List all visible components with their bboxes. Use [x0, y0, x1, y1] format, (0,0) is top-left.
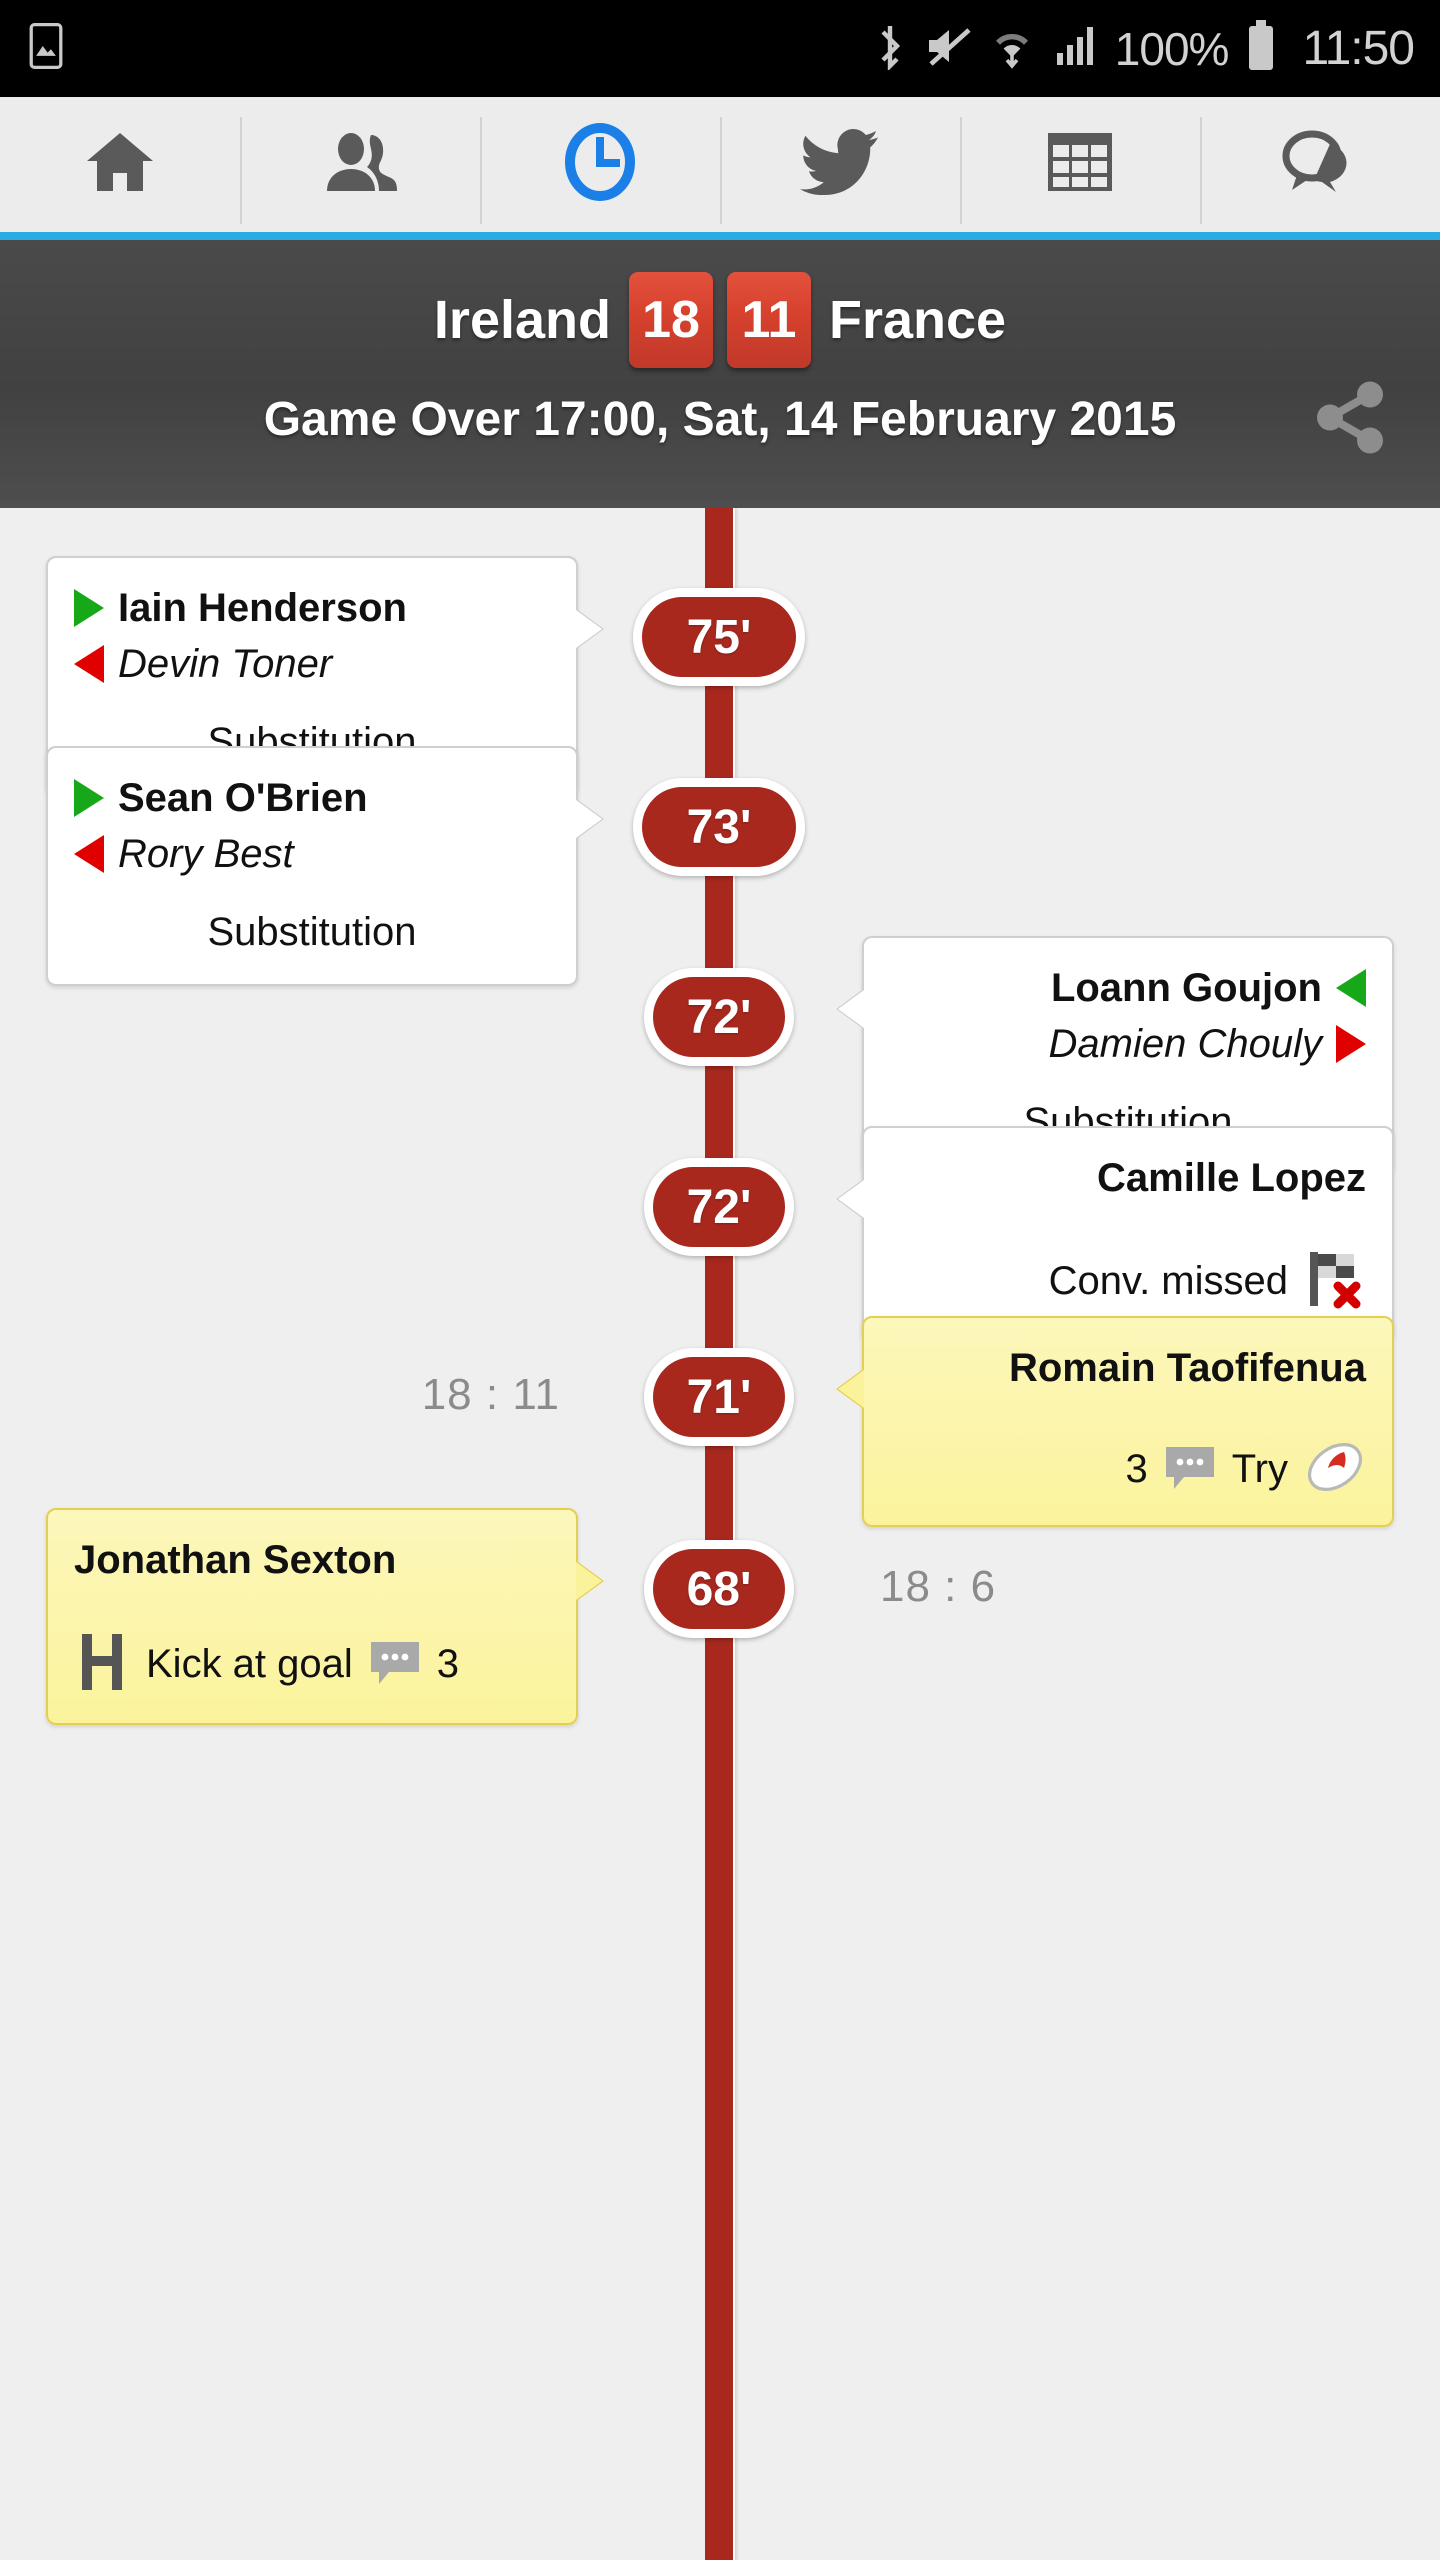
comment-bubble-icon[interactable]	[1164, 1443, 1216, 1496]
player-out-row: Rory Best	[74, 826, 550, 882]
status-bar: 100% 11:50	[0, 0, 1440, 97]
goalpost-icon	[74, 1630, 130, 1699]
comment-count: 3	[1125, 1447, 1148, 1491]
battery-icon	[1246, 20, 1276, 77]
event-card[interactable]: Jonathan Sexton Kick at goal 3	[46, 1508, 578, 1725]
player-in-name: Iain Henderson	[118, 585, 407, 630]
people-icon	[323, 131, 397, 198]
clock-icon	[564, 123, 636, 206]
action-label: Kick at goal	[146, 1642, 353, 1686]
running-score: 18 : 6	[880, 1562, 997, 1611]
gallery-icon	[26, 23, 66, 74]
comment-count: 3	[436, 1642, 460, 1686]
player-in-row: Camille Lopez	[890, 1150, 1366, 1206]
event-minute[interactable]: 75'	[633, 588, 805, 686]
arrow-in-icon	[1336, 969, 1366, 1007]
event-minute[interactable]: 73'	[633, 778, 805, 876]
share-icon[interactable]	[1314, 378, 1388, 461]
tab-table[interactable]	[960, 97, 1200, 232]
tab-underline	[0, 232, 1440, 240]
tab-twitter[interactable]	[720, 97, 960, 232]
event-card[interactable]: Sean O'Brien Rory Best Substitution	[46, 746, 578, 986]
tab-bar	[0, 97, 1440, 242]
player-out-row: Devin Toner	[74, 636, 550, 692]
bluetooth-icon	[873, 22, 907, 75]
event-card[interactable]: Romain Taofifenua 3 Try	[862, 1316, 1394, 1527]
arrow-out-icon	[74, 645, 104, 683]
twitter-icon	[800, 129, 880, 200]
tab-timeline[interactable]	[480, 97, 720, 242]
player-out-row: Damien Chouly	[890, 1016, 1366, 1072]
signal-icon	[1053, 23, 1097, 74]
action-label: Substitution	[207, 909, 417, 954]
action-row: 3 Try	[890, 1438, 1366, 1501]
home-score: 18	[628, 272, 713, 368]
action-row: Substitution	[74, 904, 550, 960]
table-icon	[1046, 131, 1114, 198]
player-in-row: Jonathan Sexton	[74, 1532, 550, 1588]
home-icon	[83, 129, 157, 200]
status-row: Game Over 17:00, Sat, 14 February 2015	[0, 381, 1440, 453]
player-in-name: Sean O'Brien	[118, 775, 368, 820]
player-in-row: Loann Goujon	[890, 960, 1366, 1016]
player-in-row: Sean O'Brien	[74, 770, 550, 826]
tab-lineups[interactable]	[240, 97, 480, 232]
match-header: Ireland 18 11 France Game Over 17:00, Sa…	[0, 240, 1440, 508]
rugby-ball-icon	[1304, 1438, 1366, 1501]
action-label: Conv. missed	[1048, 1259, 1288, 1303]
wifi-icon	[989, 22, 1035, 75]
status-clock: 11:50	[1302, 22, 1415, 75]
event-minute[interactable]: 72'	[644, 1158, 794, 1256]
timeline[interactable]: Iain Henderson Devin Toner Substitution …	[0, 508, 1440, 2560]
running-score: 18 : 11	[421, 1370, 560, 1419]
tab-comments[interactable]	[1200, 97, 1440, 232]
player-name: Romain Taofifenua	[1008, 1345, 1366, 1390]
home-team-name: Ireland	[433, 290, 611, 350]
player-name: Camille Lopez	[1097, 1155, 1366, 1200]
arrow-in-icon	[74, 779, 104, 817]
away-score: 11	[726, 272, 811, 368]
action-row: Conv. missed	[890, 1248, 1366, 1315]
arrow-out-icon	[1336, 1025, 1366, 1063]
player-out-name: Damien Chouly	[1048, 1021, 1322, 1066]
battery-percent: 100%	[1114, 22, 1230, 75]
player-in-row: Romain Taofifenua	[890, 1340, 1366, 1396]
event-minute[interactable]: 72'	[644, 968, 794, 1066]
chat-icon	[1282, 130, 1358, 199]
player-in-name: Loann Goujon	[1050, 965, 1322, 1010]
player-out-name: Rory Best	[118, 831, 294, 876]
away-team-name: France	[828, 290, 1007, 350]
arrow-in-icon	[74, 589, 104, 627]
match-status: Game Over 17:00, Sat, 14 February 2015	[263, 393, 1177, 446]
action-row: Kick at goal 3	[74, 1630, 550, 1699]
action-label: Try	[1231, 1447, 1288, 1491]
player-name: Jonathan Sexton	[74, 1537, 397, 1582]
tab-home[interactable]	[0, 97, 240, 232]
player-in-row: Iain Henderson	[74, 580, 550, 636]
score-row: Ireland 18 11 France	[434, 262, 1006, 378]
player-out-name: Devin Toner	[118, 641, 333, 686]
event-minute[interactable]: 71'	[644, 1348, 794, 1446]
event-card[interactable]: Camille Lopez Conv. missed	[862, 1126, 1394, 1341]
comment-bubble-icon[interactable]	[369, 1638, 421, 1691]
mute-icon	[925, 24, 971, 73]
event-minute[interactable]: 68'	[644, 1540, 794, 1638]
flag-missed-icon	[1304, 1248, 1366, 1315]
arrow-out-icon	[74, 835, 104, 873]
